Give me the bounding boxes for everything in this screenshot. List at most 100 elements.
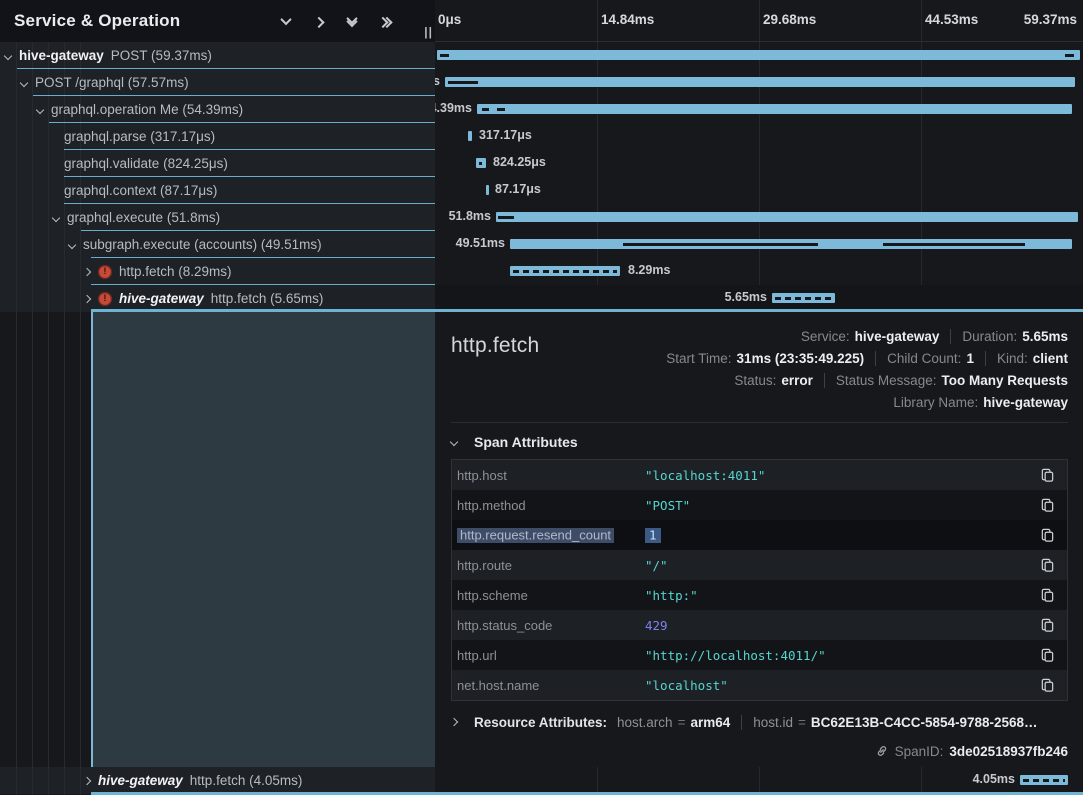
timeline-row: 57.57ms [435,69,1083,96]
copy-icon[interactable] [1039,557,1055,573]
attribute-row: http.scheme "http:" [452,580,1067,610]
attribute-value[interactable]: "POST" [645,498,1039,513]
chevron-down-icon[interactable] [20,78,28,86]
status-message-value: Too Many Requests [941,373,1068,388]
expand-one-icon[interactable] [311,13,327,29]
collapse-all-icon[interactable] [344,13,360,29]
chevron-down-icon[interactable] [52,213,60,221]
span-bar[interactable] [445,77,1075,87]
span-bar[interactable] [1020,775,1068,785]
resource-value: BC62E13B-C4CC-5854-9788-2568… [811,715,1038,730]
tree-row[interactable]: graphql.context (87.17μs) [0,177,435,204]
error-icon: ! [98,292,112,306]
attribute-value[interactable]: 429 [645,618,1039,633]
resource-attributes-row[interactable]: Resource Attributes: host.arch = arm64 h… [451,712,1068,732]
chevron-down-icon[interactable] [450,438,458,446]
tree-row[interactable]: ! http.fetch (8.29ms) [0,258,435,285]
tree-row[interactable]: graphql.validate (824.25μs) [0,150,435,177]
pane-header: Service & Operation || [0,0,435,42]
tree-row[interactable]: hive-gateway http.fetch (4.05ms) [0,767,435,794]
chevron-right-icon[interactable] [83,267,91,275]
chevron-down-icon[interactable] [36,105,44,113]
bar-duration-label: 5.65ms [725,290,767,304]
start-time-label: Start Time: [666,351,731,366]
attribute-key[interactable]: http.method [457,498,645,513]
service-value: hive-gateway [855,329,940,344]
collapse-one-icon[interactable] [278,13,294,29]
attribute-row: http.status_code 429 [452,610,1067,640]
span-label: graphql.operation Me (54.39ms) [51,102,243,117]
attribute-key[interactable]: http.host [457,468,645,483]
span-bar[interactable] [496,212,1078,222]
span-bar[interactable] [477,104,1072,114]
service-operation-pane: Service & Operation || hive-gateway POST… [0,0,435,795]
error-icon: ! [98,265,112,279]
tree-row[interactable]: graphql.operation Me (54.39ms) [0,96,435,123]
span-bar[interactable] [476,158,486,168]
pane-resize-handle[interactable]: || [424,25,433,39]
tree-row[interactable]: POST /graphql (57.57ms) [0,69,435,96]
copy-icon[interactable] [1039,467,1055,483]
copy-icon[interactable] [1039,497,1055,513]
span-label: graphql.validate (824.25μs) [64,156,228,171]
span-bar[interactable] [510,239,1072,249]
span-attributes-header[interactable]: Span Attributes [451,433,1068,451]
attribute-value[interactable]: 1 [645,528,1039,543]
span-title: http.fetch [451,325,539,413]
trace-viewer: 0μs 14.84ms 29.68ms 44.53ms 59.37ms 57.5… [0,0,1083,795]
chevron-right-icon[interactable] [451,718,458,726]
span-bar[interactable] [437,50,1080,60]
resource-attributes-title: Resource Attributes: [474,715,607,730]
attribute-key[interactable]: http.status_code [457,618,645,633]
chevron-down-icon[interactable] [4,51,12,59]
copy-icon[interactable] [1039,617,1055,633]
tree-row[interactable]: hive-gateway POST (59.37ms) [0,42,435,69]
selected-row-border [91,309,1083,312]
copy-icon[interactable] [1039,527,1055,543]
tree-row[interactable]: graphql.parse (317.17μs) [0,123,435,150]
attribute-key[interactable]: http.url [457,648,645,663]
chevron-down-icon[interactable] [68,240,76,248]
copy-icon[interactable] [1039,677,1055,693]
span-bar[interactable] [486,185,489,195]
kind-label: Kind: [997,351,1028,366]
copy-icon[interactable] [1039,587,1055,603]
resource-key: host.id [753,715,793,730]
tree-bottom-row-wrap: hive-gateway http.fetch (4.05ms) [0,767,435,794]
resource-key: host.arch [617,715,673,730]
attribute-key[interactable]: http.route [457,558,645,573]
attribute-key[interactable]: http.request.resend_count [457,528,645,543]
ruler-tick: 59.37ms [1024,12,1077,27]
span-bar[interactable] [510,266,620,276]
equals-sign: = [798,715,806,730]
expand-all-icon[interactable] [377,13,393,29]
chevron-right-icon[interactable] [83,294,91,302]
timeline-row: 87.17μs [435,177,1083,204]
attribute-key[interactable]: net.host.name [457,678,645,693]
attribute-key[interactable]: http.scheme [457,588,645,603]
chevron-right-icon[interactable] [83,776,91,784]
span-label: POST (59.37ms) [111,48,212,63]
link-icon[interactable] [875,744,889,758]
ruler-tick: 0μs [438,12,461,27]
bottom-row-border [91,792,1083,795]
span-bar[interactable] [468,131,472,141]
attribute-row: http.url "http://localhost:4011/" [452,640,1067,670]
span-attributes-title: Span Attributes [474,434,578,450]
ruler-tick: 29.68ms [763,12,816,27]
span-id-value[interactable]: 3de02518937fb246 [949,744,1068,759]
attribute-value[interactable]: "http:" [645,588,1039,603]
tree-row[interactable]: subgraph.execute (accounts) (49.51ms) [0,231,435,258]
attribute-value[interactable]: "/" [645,558,1039,573]
span-label: http.fetch (8.29ms) [119,264,232,279]
attribute-value[interactable]: "http://localhost:4011/" [645,648,1039,663]
span-bar[interactable] [772,293,835,303]
span-detail-panel: http.fetch Service: hive-gateway Duratio… [435,312,1083,767]
attribute-row: http.method "POST" [452,490,1067,520]
copy-icon[interactable] [1039,647,1055,663]
tree-row[interactable]: graphql.execute (51.8ms) [0,204,435,231]
attribute-value[interactable]: "localhost:4011" [645,468,1039,483]
tree-row-selected[interactable]: ! hive-gateway http.fetch (5.65ms) [0,285,435,312]
attribute-value[interactable]: "localhost" [645,678,1039,693]
kind-value: client [1033,351,1068,366]
